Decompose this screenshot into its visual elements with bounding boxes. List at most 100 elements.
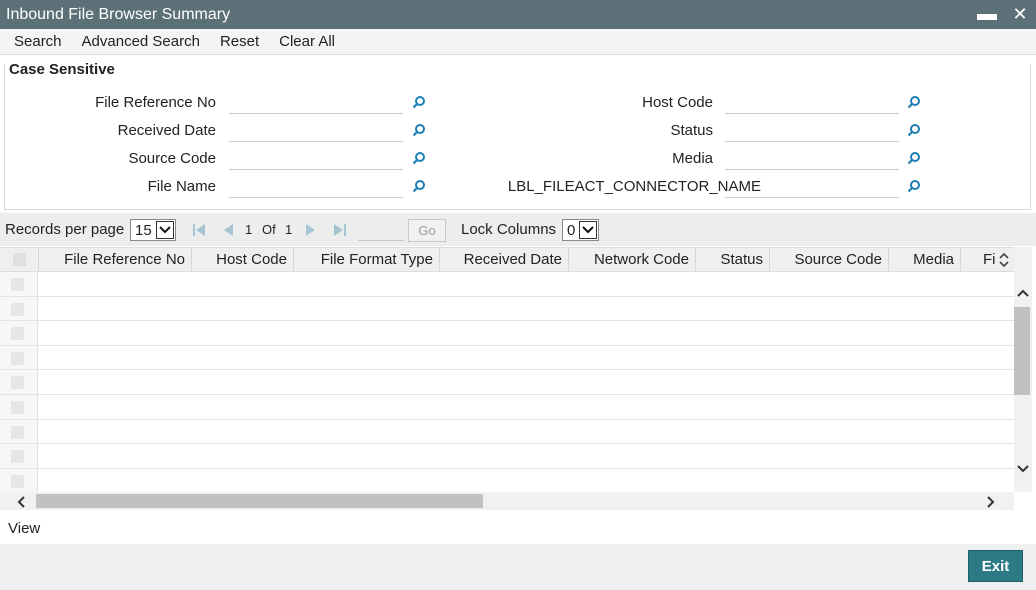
connector-name-label: LBL_FILEACT_CONNECTOR_NAME bbox=[507, 178, 761, 195]
host-code-label: Host Code bbox=[642, 94, 713, 111]
search-menu-item[interactable]: Search bbox=[4, 33, 72, 50]
host-code-input[interactable] bbox=[725, 90, 899, 114]
table-row[interactable] bbox=[0, 419, 1014, 445]
media-label: Media bbox=[672, 150, 713, 167]
file-name-input[interactable] bbox=[229, 174, 403, 198]
scroll-down-icon[interactable] bbox=[1016, 464, 1030, 474]
received-date-lookup-icon[interactable] bbox=[412, 123, 426, 137]
table-row[interactable] bbox=[0, 345, 1014, 371]
view-link[interactable]: View bbox=[8, 520, 40, 537]
row-checkbox[interactable] bbox=[11, 474, 24, 488]
records-per-page-value: 15 bbox=[135, 221, 152, 239]
chevron-down-icon bbox=[579, 221, 597, 239]
row-checkbox[interactable] bbox=[11, 376, 24, 390]
row-checkbox[interactable] bbox=[11, 401, 24, 414]
table-row[interactable] bbox=[0, 468, 1014, 492]
records-per-page-label: Records per page bbox=[5, 221, 125, 238]
exit-button[interactable]: Exit bbox=[968, 550, 1023, 582]
file-reference-no-input[interactable] bbox=[229, 90, 403, 114]
column-header-media[interactable]: Media bbox=[889, 248, 961, 271]
row-checkbox[interactable] bbox=[11, 278, 24, 291]
status-label: Status bbox=[670, 122, 713, 139]
column-header-source-code[interactable]: Source Code bbox=[770, 248, 889, 271]
row-checkbox[interactable] bbox=[11, 351, 24, 365]
scroll-left-icon[interactable] bbox=[16, 496, 26, 508]
column-header-host-code[interactable]: Host Code bbox=[192, 248, 294, 271]
row-selector[interactable] bbox=[0, 444, 38, 468]
table-row[interactable] bbox=[0, 272, 1014, 297]
row-checkbox[interactable] bbox=[11, 327, 24, 341]
scroll-up-icon[interactable] bbox=[1016, 288, 1030, 298]
view-area: View bbox=[0, 512, 1036, 544]
close-icon[interactable]: ✕ bbox=[1010, 3, 1030, 25]
row-selector[interactable] bbox=[0, 272, 38, 296]
first-page-icon[interactable] bbox=[193, 224, 205, 236]
table-row[interactable] bbox=[0, 370, 1014, 395]
row-selector[interactable] bbox=[0, 296, 38, 321]
row-selector[interactable] bbox=[0, 419, 38, 444]
row-selector[interactable] bbox=[0, 468, 38, 492]
minimize-icon[interactable]: ▬ bbox=[977, 3, 997, 25]
row-selector[interactable] bbox=[0, 370, 38, 394]
lock-columns-label: Lock Columns bbox=[461, 221, 557, 238]
results-grid: File Reference No Host Code File Format … bbox=[0, 247, 1036, 510]
total-pages-number: 1 bbox=[285, 222, 293, 237]
source-code-lookup-icon[interactable] bbox=[412, 151, 426, 165]
file-name-lookup-icon[interactable] bbox=[412, 179, 426, 193]
row-checkbox[interactable] bbox=[11, 425, 24, 439]
row-checkbox[interactable] bbox=[11, 450, 24, 464]
next-page-icon[interactable] bbox=[305, 224, 317, 236]
source-code-label: Source Code bbox=[128, 150, 216, 167]
last-page-icon[interactable] bbox=[334, 224, 346, 236]
table-row[interactable] bbox=[0, 321, 1014, 346]
column-header-network-code[interactable]: Network Code bbox=[569, 248, 696, 271]
connector-name-input[interactable] bbox=[725, 174, 899, 198]
advanced-search-menu-item[interactable]: Advanced Search bbox=[72, 33, 210, 50]
lock-columns-select[interactable]: 0 bbox=[562, 219, 599, 241]
received-date-input[interactable] bbox=[229, 118, 403, 142]
source-code-input[interactable] bbox=[229, 146, 403, 170]
row-checkbox[interactable] bbox=[11, 302, 24, 316]
status-input[interactable] bbox=[725, 118, 899, 142]
horizontal-scrollbar-thumb[interactable] bbox=[36, 494, 483, 508]
go-button[interactable]: Go bbox=[408, 219, 446, 242]
column-header-received-date[interactable]: Received Date bbox=[440, 248, 569, 271]
media-input[interactable] bbox=[725, 146, 899, 170]
menubar: Search Advanced Search Reset Clear All bbox=[0, 29, 1036, 55]
host-code-lookup-icon[interactable] bbox=[907, 95, 921, 109]
reset-menu-item[interactable]: Reset bbox=[210, 33, 269, 50]
footer-bar bbox=[0, 544, 1036, 590]
file-reference-no-lookup-icon[interactable] bbox=[412, 95, 426, 109]
select-all-header[interactable] bbox=[0, 248, 39, 271]
column-header-file[interactable]: Fi bbox=[961, 248, 997, 271]
previous-page-icon[interactable] bbox=[222, 224, 234, 236]
row-selector[interactable] bbox=[0, 321, 38, 345]
vertical-scrollbar-thumb[interactable] bbox=[1014, 307, 1030, 395]
grid-header: File Reference No Host Code File Format … bbox=[0, 247, 1016, 272]
records-per-page-select[interactable]: 15 bbox=[130, 219, 176, 241]
current-page-number: 1 bbox=[245, 222, 253, 237]
table-row[interactable] bbox=[0, 296, 1014, 322]
row-selector[interactable] bbox=[0, 395, 38, 419]
select-all-checkbox[interactable] bbox=[13, 253, 26, 266]
file-name-label: File Name bbox=[147, 178, 216, 195]
file-reference-no-label: File Reference No bbox=[95, 94, 216, 111]
window-titlebar: Inbound File Browser Summary ▬ ✕ bbox=[0, 0, 1036, 29]
row-selector[interactable] bbox=[0, 345, 38, 370]
received-date-label: Received Date bbox=[117, 122, 216, 139]
status-lookup-icon[interactable] bbox=[907, 123, 921, 137]
of-label: Of bbox=[262, 222, 276, 237]
column-header-file-format-type[interactable]: File Format Type bbox=[294, 248, 440, 271]
chevron-down-icon bbox=[156, 221, 174, 239]
scroll-right-icon[interactable] bbox=[986, 496, 996, 508]
case-sensitive-legend: Case Sensitive bbox=[9, 61, 119, 78]
table-row[interactable] bbox=[0, 395, 1014, 420]
clear-all-menu-item[interactable]: Clear All bbox=[269, 33, 345, 50]
connector-name-lookup-icon[interactable] bbox=[907, 179, 921, 193]
table-row[interactable] bbox=[0, 444, 1014, 469]
go-to-page-input[interactable] bbox=[358, 221, 404, 241]
column-sort-icon[interactable] bbox=[998, 251, 1010, 269]
column-header-file-reference-no[interactable]: File Reference No bbox=[39, 248, 192, 271]
media-lookup-icon[interactable] bbox=[907, 151, 921, 165]
column-header-status[interactable]: Status bbox=[696, 248, 770, 271]
